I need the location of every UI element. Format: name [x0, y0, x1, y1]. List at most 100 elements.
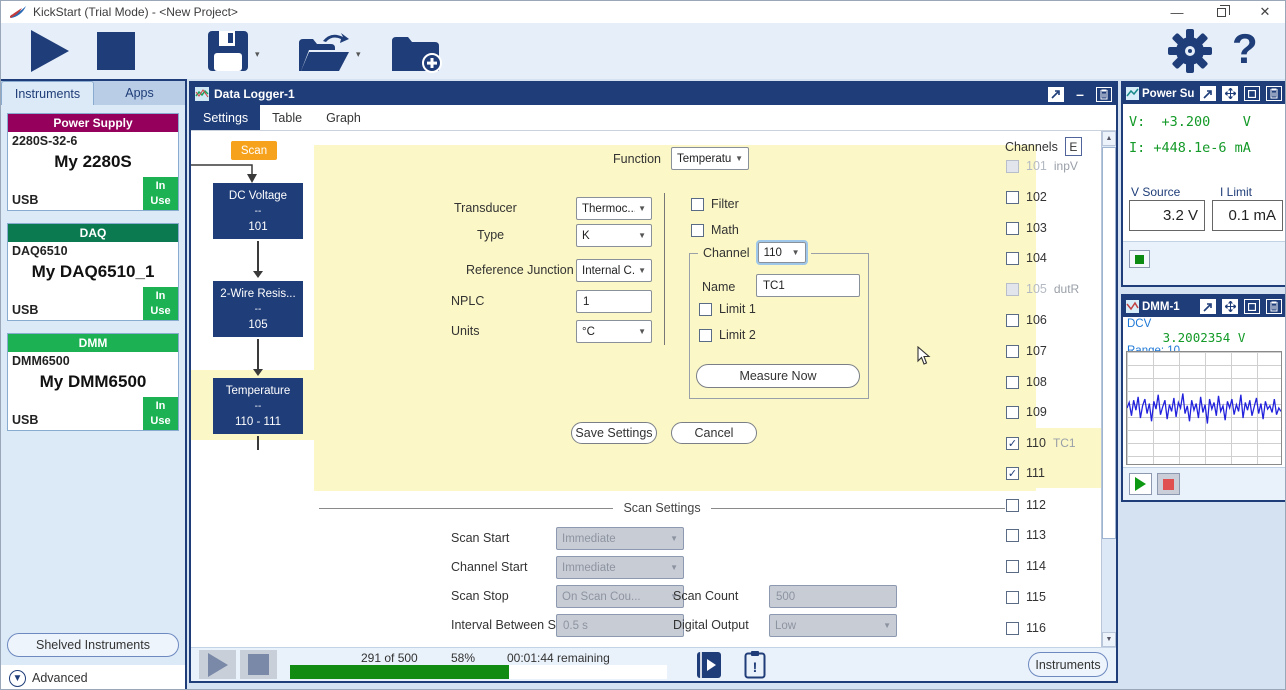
delete-icon[interactable]	[1096, 87, 1112, 102]
scroll-up-icon[interactable]: ▲	[1102, 131, 1116, 146]
nplc-input[interactable]: 1	[576, 290, 652, 313]
type-select[interactable]: K▼	[576, 224, 652, 247]
save-settings-button[interactable]: Save Settings	[571, 422, 657, 444]
cancel-button[interactable]: Cancel	[671, 422, 757, 444]
scroll-down-icon[interactable]: ▼	[1102, 632, 1116, 647]
channel-checkbox[interactable]	[1006, 376, 1019, 389]
channel-row[interactable]: 109	[997, 397, 1101, 427]
channel-checkbox[interactable]	[1006, 160, 1019, 173]
run-button[interactable]	[31, 30, 69, 72]
transducer-select[interactable]: Thermoc...▼	[576, 197, 652, 220]
channel-row[interactable]: 108	[997, 367, 1101, 397]
delete-icon[interactable]	[1266, 299, 1282, 314]
channel-checkbox[interactable]	[1006, 499, 1019, 512]
dmm-stop-button[interactable]	[1157, 473, 1180, 495]
save-dropdown-caret[interactable]: ▾	[255, 49, 260, 60]
channel-checkbox[interactable]	[1006, 467, 1019, 480]
instrument-card-daq[interactable]: DAQ DAQ6510 My DAQ6510_1 USB InUse	[7, 223, 179, 321]
delete-icon[interactable]	[1266, 86, 1282, 101]
tab-instruments[interactable]: Instruments	[1, 81, 94, 105]
channel-checkbox[interactable]	[1006, 314, 1019, 327]
limit2-checkbox-row[interactable]: Limit 2	[699, 328, 756, 342]
window-restore-icon[interactable]	[1199, 1, 1243, 23]
channel-row[interactable]: 115	[997, 582, 1101, 612]
channel-checkbox[interactable]	[1006, 252, 1019, 265]
math-checkbox-row[interactable]: Math	[691, 223, 739, 237]
limit2-checkbox[interactable]	[699, 329, 712, 342]
channel-row[interactable]: 103	[997, 213, 1101, 243]
instrument-card-dmm[interactable]: DMM DMM6500 My DMM6500 USB InUse	[7, 333, 179, 431]
channel-row[interactable]: 113	[997, 520, 1101, 550]
instruments-button[interactable]: Instruments	[1028, 652, 1108, 677]
filter-checkbox-row[interactable]: Filter	[691, 197, 739, 211]
channel-row[interactable]: 107	[997, 336, 1101, 366]
open-icon[interactable]	[297, 33, 353, 73]
minimize-icon[interactable]: –	[1072, 87, 1088, 102]
tab-table[interactable]: Table	[260, 105, 314, 130]
save-icon[interactable]	[206, 29, 250, 73]
popout-icon[interactable]	[1200, 86, 1216, 101]
math-checkbox[interactable]	[691, 224, 704, 237]
tab-graph[interactable]: Graph	[314, 105, 373, 130]
messages-clipboard-icon[interactable]: !	[744, 650, 766, 679]
channel-row[interactable]: 104	[997, 243, 1101, 273]
channel-checkbox[interactable]	[1006, 437, 1019, 450]
flow-node-dc-voltage[interactable]: DC Voltage -- 101	[213, 183, 303, 239]
channels-scrollbar[interactable]: ▲ ▼	[1101, 131, 1116, 647]
open-dropdown-caret[interactable]: ▾	[356, 49, 361, 60]
advanced-expander[interactable]: ▼ Advanced	[1, 665, 185, 690]
channel-checkbox[interactable]	[1006, 191, 1019, 204]
measure-now-button[interactable]: Measure Now	[696, 364, 860, 388]
function-select[interactable]: Temperature▼	[671, 147, 749, 170]
flow-node-temperature[interactable]: Temperature -- 110 - 111	[213, 378, 303, 434]
tab-apps[interactable]: Apps	[94, 81, 185, 105]
new-project-folder-icon[interactable]	[391, 35, 443, 73]
window-minimize-icon[interactable]: —	[1155, 1, 1199, 23]
help-icon[interactable]: ?	[1232, 25, 1258, 73]
scrollbar-thumb[interactable]	[1102, 147, 1116, 539]
channel-row[interactable]: 111	[997, 458, 1101, 488]
channel-row[interactable]: 106	[997, 305, 1101, 335]
filter-checkbox[interactable]	[691, 198, 704, 211]
channel-checkbox[interactable]	[1006, 222, 1019, 235]
flow-node-2wire-resistance[interactable]: 2-Wire Resis... -- 105	[213, 281, 303, 337]
channel-checkbox[interactable]	[1006, 406, 1019, 419]
tab-settings[interactable]: Settings	[191, 105, 260, 130]
stop-button[interactable]	[97, 32, 135, 70]
channel-row[interactable]: 101inpV	[997, 151, 1101, 181]
channel-checkbox[interactable]	[1006, 622, 1019, 635]
channel-checkbox[interactable]	[1006, 591, 1019, 604]
maximize-icon[interactable]	[1244, 299, 1260, 314]
limit1-checkbox[interactable]	[699, 303, 712, 316]
channel-row[interactable]: 102	[997, 182, 1101, 212]
dmm-run-button[interactable]	[1129, 473, 1152, 495]
limit1-checkbox-row[interactable]: Limit 1	[699, 302, 756, 316]
popout-icon[interactable]	[1048, 87, 1064, 102]
channel-row[interactable]: 110TC1	[997, 428, 1101, 458]
channel-row[interactable]: 112	[997, 490, 1101, 520]
script-runner-icon[interactable]	[696, 651, 723, 679]
shelved-instruments-button[interactable]: Shelved Instruments	[7, 633, 179, 657]
maximize-icon[interactable]	[1244, 86, 1260, 101]
channel-row[interactable]: 105dutR	[997, 274, 1101, 304]
settings-gear-icon[interactable]	[1167, 28, 1213, 74]
v-source-input[interactable]: 3.2 V	[1129, 200, 1205, 231]
channel-checkbox[interactable]	[1006, 560, 1019, 573]
move-icon[interactable]	[1222, 86, 1238, 101]
i-limit-input[interactable]: 0.1 mA	[1212, 200, 1283, 231]
channel-checkbox[interactable]	[1006, 529, 1019, 542]
channel-select[interactable]: 110▼	[758, 242, 806, 263]
scan-run-button[interactable]	[199, 650, 236, 679]
popout-icon[interactable]	[1200, 299, 1216, 314]
channel-row[interactable]: 116	[997, 613, 1101, 643]
units-select[interactable]: °C▼	[576, 320, 652, 343]
scan-stop-button[interactable]	[240, 650, 277, 679]
channel-name-input[interactable]: TC1	[756, 274, 860, 297]
channel-row[interactable]: 114	[997, 551, 1101, 581]
reference-junction-select[interactable]: Internal C...▼	[576, 259, 652, 282]
channel-checkbox[interactable]	[1006, 283, 1019, 296]
instrument-card-power-supply[interactable]: Power Supply 2280S-32-6 My 2280S USB InU…	[7, 113, 179, 211]
move-icon[interactable]	[1222, 299, 1238, 314]
output-enable-button[interactable]	[1129, 250, 1150, 268]
channel-checkbox[interactable]	[1006, 345, 1019, 358]
